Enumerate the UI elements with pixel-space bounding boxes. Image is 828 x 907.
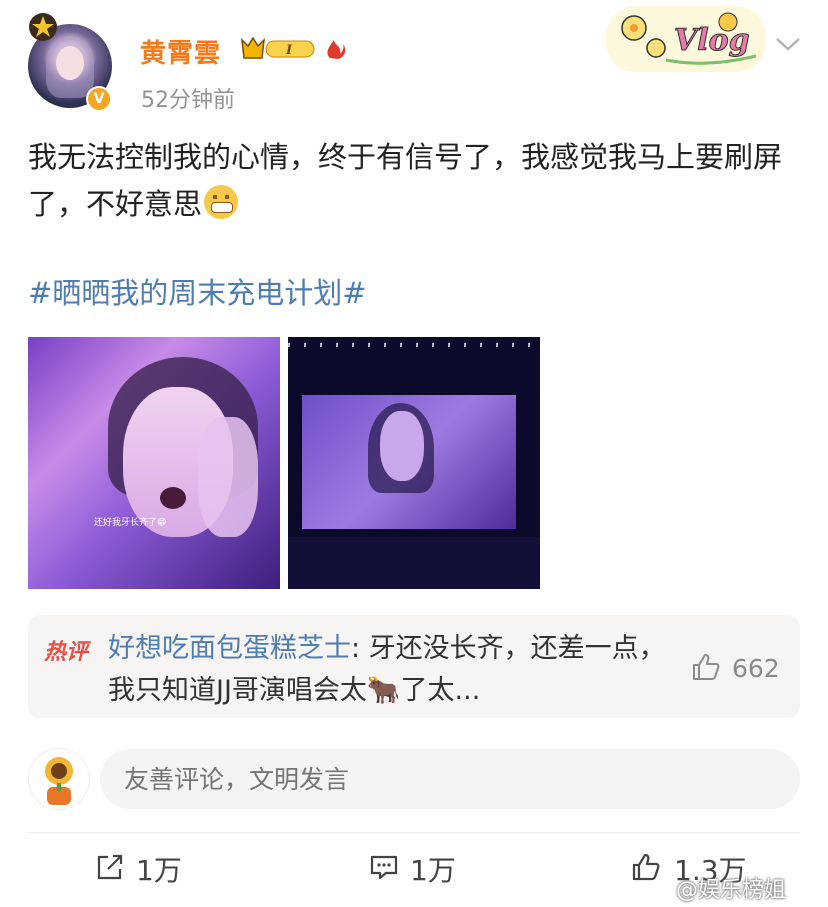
thumbs-up-icon[interactable] [690,651,722,683]
post-photo-1[interactable]: 还好我牙长齐了😁 [28,337,280,589]
chevron-down-icon[interactable] [774,34,802,54]
sunflower-avatar-icon [45,757,73,805]
comment-icon[interactable] [368,851,400,883]
vlog-sticker-icon: Vlog [606,6,766,72]
hot-comment-like-count: 662 [732,654,780,683]
topic-link[interactable]: #晒晒我的周末充电计划# [28,270,367,312]
repost-icon[interactable] [94,851,126,883]
comment-input[interactable] [100,749,800,809]
like-icon[interactable] [630,851,662,883]
verified-badge: V [86,86,112,112]
repost-count[interactable]: 1万 [136,849,182,889]
post-time: 52分钟前 [141,88,235,113]
post-text-content: 我无法控制我的心情，终于有信号了，我感觉我马上要刷屏了，不好意思 [28,140,783,221]
vip-level-text: I [285,43,293,58]
watermark: @娱乐榜姐 [676,878,787,903]
divider [28,832,800,833]
comment-count[interactable]: 1万 [410,849,456,889]
post-photo-2[interactable] [288,337,540,589]
hot-comment-text: 好想吃面包蛋糕芝士: 牙还没长齐，还差一点，我只知道JJ哥演唱会太🐂了太... [108,628,668,712]
svg-text:Vlog: Vlog [674,23,750,58]
post-text: 我无法控制我的心情，终于有信号了，我感觉我马上要刷屏了，不好意思 [28,134,798,228]
hot-comment-user[interactable]: 好想吃面包蛋糕芝士 [108,633,351,664]
hot-comment-label: 热评 [44,640,89,665]
photo-caption: 还好我牙长齐了😁 [94,518,167,528]
username[interactable]: 黄霄雲 [140,33,221,70]
lucky-crown-badge [29,13,57,41]
flame-icon [327,40,346,59]
grimace-emoji-icon [204,185,239,219]
my-avatar[interactable] [28,748,90,810]
vip-level-badge[interactable]: I [240,36,316,62]
